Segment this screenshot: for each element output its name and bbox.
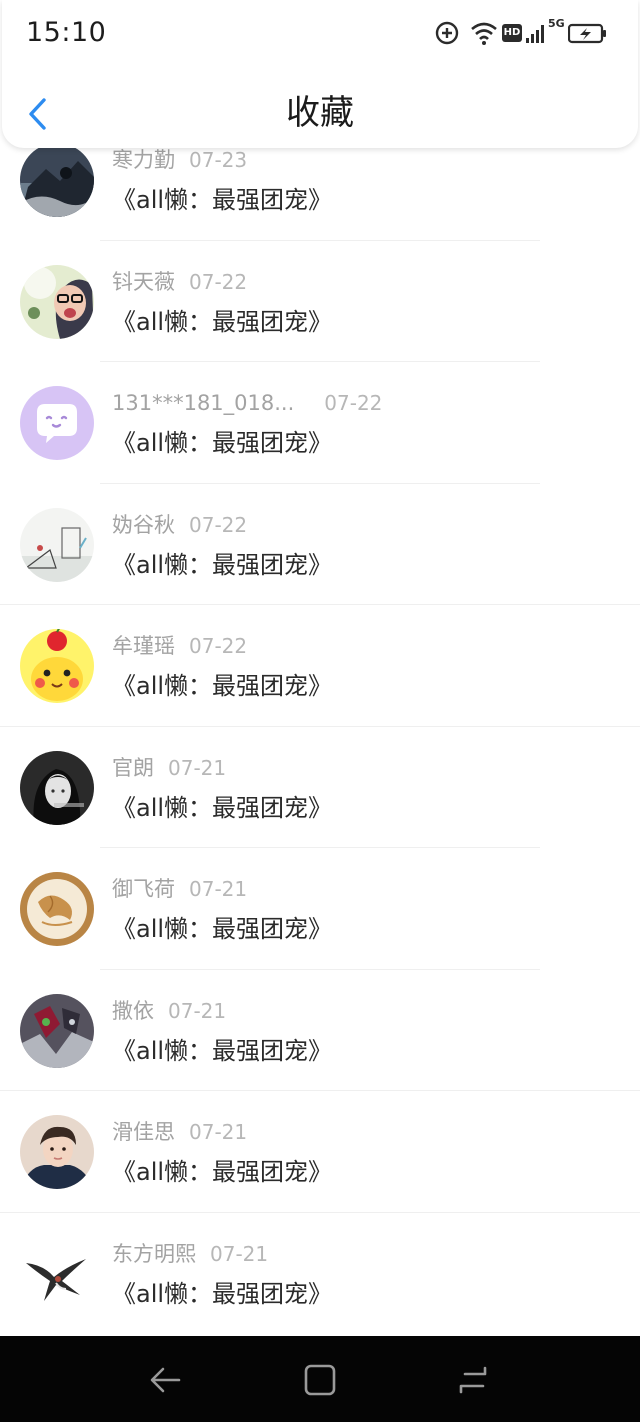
list-item[interactable]: 御飞荷 07-21 《all懒：最强团宠》 (0, 848, 640, 970)
user-name: 滑佳思 (112, 1120, 175, 1144)
page-title: 收藏 (286, 93, 354, 133)
network-type-label: 5G (548, 17, 565, 30)
book-title[interactable]: 《all懒：最强团宠》 (112, 183, 332, 217)
item-date: 07-22 (189, 634, 248, 658)
item-date: 07-21 (210, 1241, 269, 1266)
book-title[interactable]: 《all懒：最强团宠》 (112, 548, 332, 582)
item-meta: 撒依 07-21 (112, 996, 226, 1026)
home-nav-icon[interactable] (298, 1358, 342, 1402)
battery-charging-icon (567, 23, 608, 45)
book-title[interactable]: 《all懒：最强团宠》 (112, 669, 332, 703)
status-time: 15:10 (26, 17, 107, 48)
favorites-list[interactable]: 寒力勤 07-23 《all懒：最强团宠》 钭天薇 07-22 《all懒：最强… (0, 119, 640, 1336)
item-date: 07-22 (189, 269, 248, 294)
item-date: 07-21 (168, 998, 227, 1023)
add-circle-icon (434, 20, 460, 46)
item-date: 07-22 (189, 512, 248, 537)
item-date: 07-21 (189, 1120, 248, 1144)
list-item[interactable]: 东方明熙 07-21 《all懒：最强团宠》 (0, 1213, 640, 1335)
hd-badge: HD (502, 24, 522, 42)
user-name: 官朗 (112, 755, 154, 780)
book-title[interactable]: 《all懒：最强团宠》 (112, 1155, 332, 1189)
wifi-icon (470, 20, 498, 46)
user-name: 寒力勤 (112, 148, 175, 172)
user-name: 撒依 (112, 998, 154, 1023)
masked-rider-avatar[interactable] (20, 993, 94, 1068)
purple-chat-bubble-avatar[interactable] (20, 386, 94, 460)
list-item[interactable]: 钭天薇 07-22 《all懒：最强团宠》 (0, 241, 640, 362)
list-item[interactable]: 官朗 07-21 《all懒：最强团宠》 (0, 727, 640, 848)
latte-art-avatar[interactable] (20, 872, 94, 946)
back-button[interactable] (16, 90, 56, 138)
list-item[interactable]: 滑佳思 07-21 《all懒：最强团宠》 (0, 1091, 640, 1213)
item-date: 07-21 (168, 755, 227, 780)
item-date: 07-21 (189, 877, 248, 901)
book-title[interactable]: 《all懒：最强团宠》 (112, 912, 332, 946)
item-meta: 131***181_018... 07-22 (112, 388, 382, 418)
user-name: 御飞荷 (112, 877, 175, 901)
user-name: 131***181_018... (112, 391, 295, 415)
dark-photo-avatar[interactable] (20, 143, 94, 217)
chevron-left-icon (29, 98, 46, 130)
item-meta: 牟瑾瑶 07-22 (112, 631, 247, 661)
boy-portrait-avatar[interactable] (20, 1115, 94, 1189)
item-date: 07-23 (189, 148, 248, 172)
favorites-screen: 寒力勤 07-23 《all懒：最强团宠》 钭天薇 07-22 《all懒：最强… (0, 0, 640, 1422)
item-meta: 妫谷秋 07-22 (112, 510, 247, 540)
swallow-bird-avatar[interactable] (20, 1236, 94, 1311)
status-icons: HD 5G (434, 18, 614, 50)
list-item[interactable]: 131***181_018... 07-22 《all懒：最强团宠》 (0, 362, 640, 484)
item-date: 07-22 (324, 391, 383, 415)
user-name: 妫谷秋 (112, 512, 175, 537)
list-item[interactable]: 妫谷秋 07-22 《all懒：最强团宠》 (0, 484, 640, 605)
book-title[interactable]: 《all懒：最强团宠》 (112, 791, 332, 825)
book-title[interactable]: 《all懒：最强团宠》 (112, 426, 332, 460)
book-title[interactable]: 《all懒：最强团宠》 (112, 1277, 332, 1311)
item-meta: 滑佳思 07-21 (112, 1117, 247, 1147)
item-meta: 钭天薇 07-22 (112, 267, 247, 297)
back-nav-icon[interactable] (143, 1358, 187, 1402)
list-item[interactable]: 牟瑾瑶 07-22 《all懒：最强团宠》 (0, 605, 640, 727)
app-header: 15:10 HD 5G 收藏 (2, 0, 638, 148)
glasses-boy-avatar[interactable] (20, 264, 94, 339)
girl-portrait-avatar[interactable] (20, 750, 94, 825)
list-item[interactable]: 撒依 07-21 《all懒：最强团宠》 (0, 970, 640, 1091)
item-meta: 东方明熙 07-21 (112, 1239, 268, 1269)
user-name: 牟瑾瑶 (112, 634, 175, 658)
item-meta: 官朗 07-21 (112, 753, 226, 783)
item-meta: 御飞荷 07-21 (112, 874, 247, 904)
pikachu-apple-avatar[interactable] (20, 629, 94, 703)
book-title[interactable]: 《all懒：最强团宠》 (112, 305, 332, 339)
user-name: 东方明熙 (112, 1241, 196, 1266)
sketch-avatar[interactable] (20, 507, 94, 582)
user-name: 钭天薇 (112, 269, 175, 294)
recents-nav-icon[interactable] (453, 1358, 497, 1402)
item-meta: 寒力勤 07-23 (112, 145, 247, 175)
system-nav-bar (0, 1336, 640, 1422)
book-title[interactable]: 《all懒：最强团宠》 (112, 1034, 332, 1068)
signal-icon (524, 18, 550, 44)
